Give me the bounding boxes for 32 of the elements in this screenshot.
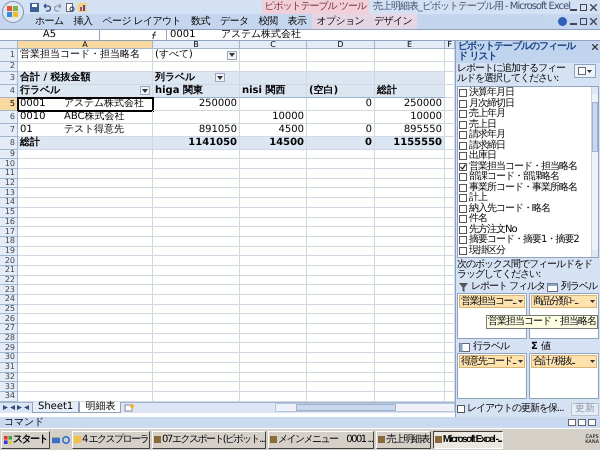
defer-label: レイアウトの更新を保... (467, 404, 564, 414)
table-cell: higa 関東 (153, 84, 240, 98)
window-title: 売上明細表_ピボットテーブル用 - Microsoft Excel (372, 2, 570, 12)
area-label: 列ラベル (561, 282, 598, 292)
table-cell: 10000 (375, 110, 445, 124)
panel-title: ピボットテーブルのフィールド リスト (458, 42, 576, 62)
table-cell: 10000 (240, 110, 307, 124)
table-cell: 14500 (240, 136, 307, 150)
area-label: 行ラベル (473, 342, 509, 352)
status-text: コマンド (4, 418, 44, 428)
table-cell: 250000 (153, 98, 240, 111)
cell-text: (すべて) (155, 50, 193, 60)
table-cell: 250000 (375, 98, 445, 111)
table-cell: 0 (307, 136, 375, 150)
cell-text: 行ラベル (20, 86, 60, 96)
table-cell: 総計 (375, 84, 445, 98)
table-cell: 総計 (18, 136, 153, 150)
instruction-text: 次のボックス間でフィールドをドラッグしてください: (457, 260, 593, 281)
table-cell: (空白) (307, 84, 375, 98)
table-cell: 1141050 (153, 136, 240, 150)
sigma-symbol: Σ (531, 342, 538, 352)
table-cell: 1155550 (375, 136, 445, 150)
table-cell: 0 (307, 98, 375, 111)
context-tab-group: ピボットテーブル ツール (262, 0, 369, 14)
table-cell: 営業担当コード・担当略名 (18, 49, 153, 62)
table-cell: nisi 関西 (240, 84, 307, 98)
cell-text: 列ラベル (155, 72, 195, 83)
table-cell: 合計 / 税抜金額 (18, 72, 153, 85)
instruction-text: レポートに追加するフィールドを選択してください: (457, 64, 566, 84)
tooltip: 営業担当コード・担当略名 (486, 315, 598, 329)
area-label: 値 (540, 342, 550, 352)
area-label: レポート フィルタ (471, 282, 546, 292)
